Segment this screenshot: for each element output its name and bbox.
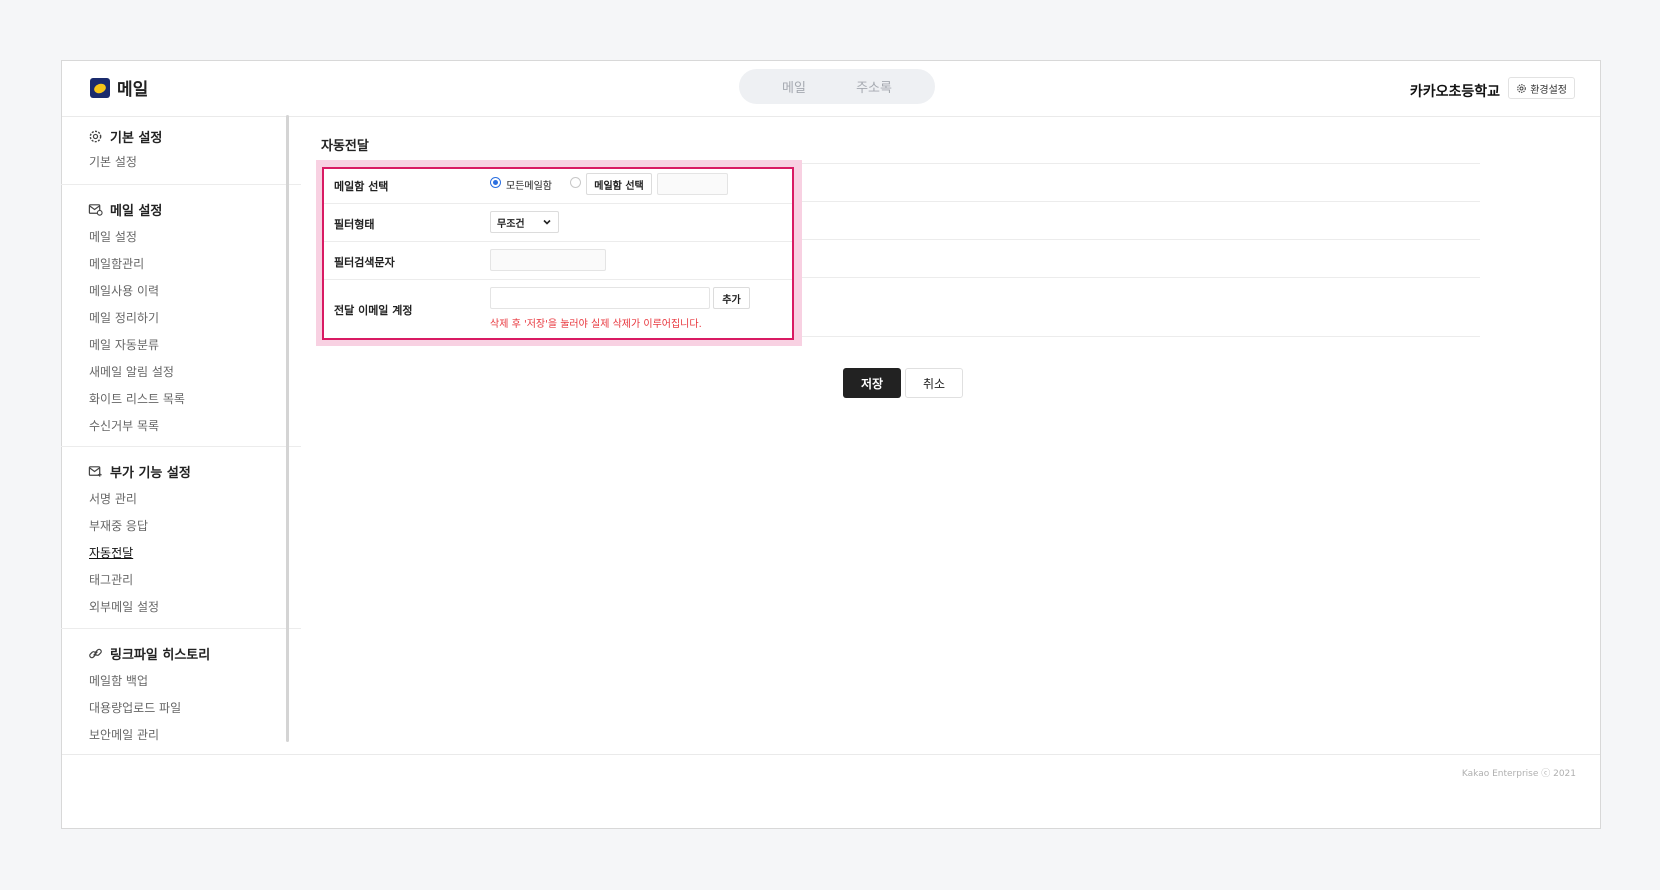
top-nav: 메일 주소록 [739,69,935,104]
sidebar-item-mailbox-backup[interactable]: 메일함 백업 [89,672,148,689]
copyright: Kakao Enterprise ⓒ 2021 [1461,769,1576,779]
forward-email-input[interactable] [490,287,710,309]
settings-button[interactable]: 환경설정 [1508,77,1575,99]
row-divider [324,203,792,204]
sidebar-scrollbar[interactable] [286,115,289,742]
forward-form: 메일함 선택 모든메일함 메일함 선택 필터형태 무조건 필터검색문자 전달 이… [322,167,794,340]
sidebar-item-basic-settings[interactable]: 기본 설정 [89,153,137,170]
gear-icon [1517,83,1527,93]
save-button[interactable]: 저장 [843,368,901,398]
sidebar-item-mail-cleanup[interactable]: 메일 정리하기 [89,309,159,326]
sidebar-section-extra: 부가 기능 설정 서명 관리 부재중 응답 자동전달 태그관리 외부메일 설정 [61,447,301,629]
org-name: 카카오초등학교 [1409,84,1500,100]
sidebar-item-mail-settings[interactable]: 메일 설정 [89,228,137,245]
filter-text-input[interactable] [490,249,606,271]
sidebar-section-link-history: 링크파일 히스토리 메일함 백업 대용량업로드 파일 보안메일 관리 [61,629,301,754]
sidebar-item-auto-forward[interactable]: 자동전달 [89,544,133,561]
filter-type-label: 필터형태 [334,218,375,231]
sidebar-item-new-mail-alert[interactable]: 새메일 알림 설정 [89,363,174,380]
sidebar-item-mail-autosort[interactable]: 메일 자동분류 [89,336,159,353]
delete-warning-text: 삭제 후 '저장'을 눌러야 실제 삭제가 이루어집니다. [490,319,702,330]
section-title-mail: 메일 설정 [88,200,162,219]
selected-mailbox-field[interactable] [657,173,728,195]
sidebar-item-signature[interactable]: 서명 관리 [89,490,137,507]
radio-specific-mailbox[interactable] [570,177,581,188]
sidebar-item-tags[interactable]: 태그관리 [89,571,133,588]
forward-email-label: 전달 이메일 계정 [334,304,413,317]
page-title: 자동전달 [321,139,369,154]
row-divider [324,279,792,280]
filter-type-select[interactable]: 무조건 [490,211,559,233]
gear-icon [89,130,102,143]
mail-logo-icon [90,77,110,98]
sidebar-item-large-upload[interactable]: 대용량업로드 파일 [89,699,181,716]
tab-address-book[interactable]: 주소록 [856,77,892,96]
mail-settings-icon [88,204,103,216]
section-title-basic: 기본 설정 [88,127,162,146]
filter-text-label: 필터검색문자 [334,256,395,269]
sidebar-item-secure-mail[interactable]: 보안메일 관리 [89,726,159,743]
sidebar-item-away-reply[interactable]: 부재중 응답 [89,517,148,534]
footer-divider [62,754,1600,755]
sidebar-item-external-mail[interactable]: 외부메일 설정 [89,598,159,615]
app-header: 메일 메일 주소록 카카오초등학교 환경설정 [62,61,1600,117]
chevron-down-icon [543,219,551,225]
sidebar-item-whitelist[interactable]: 화이트 리스트 목록 [89,390,185,407]
sidebar-item-blocklist[interactable]: 수신거부 목록 [89,417,159,434]
logo-text: 메일 [117,80,149,100]
sidebar-item-mail-history[interactable]: 메일사용 이력 [89,282,159,299]
section-title-extra: 부가 기능 설정 [88,462,191,481]
sidebar-section-basic: 기본 설정 기본 설정 [61,117,301,185]
mailbox-select-label: 메일함 선택 [334,180,389,193]
row-divider [324,241,792,242]
mail-plus-icon [88,466,102,477]
cancel-button[interactable]: 취소 [905,368,963,398]
sidebar-item-mailbox-manage[interactable]: 메일함관리 [89,255,144,272]
section-title-link-history: 링크파일 히스토리 [88,644,210,663]
radio-all-mailboxes[interactable] [490,177,501,188]
add-email-button[interactable]: 추가 [713,287,750,309]
settings-label: 환경설정 [1530,84,1567,96]
mailbox-select-button[interactable]: 메일함 선택 [586,173,652,195]
link-icon [89,648,102,659]
tab-mail[interactable]: 메일 [782,77,806,96]
sidebar-section-mail: 메일 설정 메일 설정 메일함관리 메일사용 이력 메일 정리하기 메일 자동분… [61,185,301,447]
radio-all-label: 모든메일함 [506,181,552,192]
filter-type-value: 무조건 [497,218,525,230]
logo[interactable]: 메일 [90,75,148,100]
